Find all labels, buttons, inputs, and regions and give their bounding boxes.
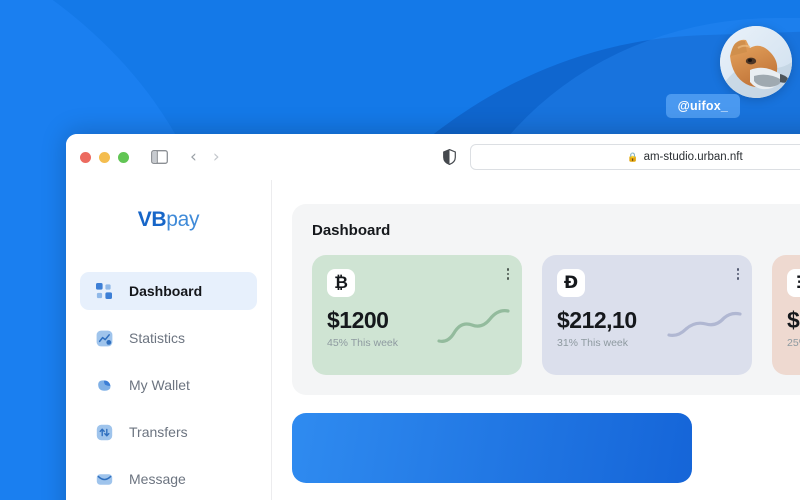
main-content: Dashboard ₿ $1200 45% This week Ɖ $212,1… [272, 180, 800, 500]
transfer-icon [96, 424, 113, 441]
minimize-button[interactable] [99, 151, 110, 163]
sidebar-item-statistics[interactable]: Statistics [80, 319, 257, 357]
bitcoin-icon: ₿ [327, 269, 355, 297]
card-menu-icon[interactable] [506, 268, 509, 280]
avatar-group: @uifox_ [665, 26, 792, 118]
browser-window: ‹ › 🔒 am-studio.urban.nft VBpay Dashboar… [66, 134, 800, 500]
close-button[interactable] [80, 151, 91, 163]
navigation-buttons: ‹ › [190, 148, 220, 166]
chart-icon [96, 330, 113, 347]
promo-banner[interactable] [292, 413, 692, 483]
stat-card[interactable]: Ξ $2 25% [772, 255, 800, 375]
wallet-icon [96, 377, 113, 394]
url-text: am-studio.urban.nft [643, 151, 743, 163]
logo-light: pay [166, 208, 200, 231]
shield-icon[interactable] [443, 149, 456, 165]
envelope-icon [96, 471, 113, 488]
sidebar-nav: Dashboard Statistics My Wallet Transfers… [66, 272, 271, 498]
dash-icon: Ɖ [557, 269, 585, 297]
page-title: Dashboard [312, 222, 391, 239]
sidebar-item-message[interactable]: Message [80, 460, 257, 498]
sidebar-item-label: Dashboard [129, 283, 203, 299]
avatar[interactable] [720, 26, 792, 98]
sidebar-toggle-icon[interactable] [151, 150, 168, 164]
ethereum-icon: Ξ [787, 269, 800, 297]
forward-button[interactable]: › [213, 148, 220, 166]
card-subtext: 25% [787, 337, 800, 349]
stat-card[interactable]: ₿ $1200 45% This week [312, 255, 522, 375]
card-amount: $2 [787, 307, 800, 333]
sidebar-item-label: Transfers [129, 424, 188, 440]
sidebar-item-label: My Wallet [129, 377, 190, 393]
grid-icon [96, 282, 113, 300]
back-button[interactable]: ‹ [190, 148, 197, 166]
card-menu-icon[interactable] [736, 268, 739, 280]
zoom-button[interactable] [118, 151, 129, 163]
browser-toolbar: ‹ › 🔒 am-studio.urban.nft [66, 134, 800, 180]
sidebar-item-dashboard[interactable]: Dashboard [80, 272, 257, 310]
sparkline-chart [437, 309, 510, 343]
sidebar-item-my-wallet[interactable]: My Wallet [80, 366, 257, 404]
stat-card[interactable]: Ɖ $212,10 31% This week [542, 255, 752, 375]
sidebar-item-label: Message [129, 471, 186, 487]
dashboard-panel: Dashboard ₿ $1200 45% This week Ɖ $212,1… [292, 204, 800, 395]
fox-avatar-icon [720, 26, 792, 98]
sidebar-item-transfers[interactable]: Transfers [80, 413, 257, 451]
app-sidebar: VBpay Dashboard Statistics My Wallet Tra… [66, 180, 272, 500]
window-controls [80, 151, 129, 163]
logo-bold: VB [137, 208, 167, 231]
sidebar-item-label: Statistics [129, 330, 186, 346]
avatar-handle: @uifox_ [665, 94, 740, 118]
app-body: VBpay Dashboard Statistics My Wallet Tra… [66, 180, 800, 500]
sparkline-chart [667, 311, 742, 337]
lock-icon: 🔒 [627, 151, 639, 162]
app-logo[interactable]: VBpay [66, 208, 271, 232]
stat-cards: ₿ $1200 45% This week Ɖ $212,10 31% This… [312, 255, 800, 375]
address-bar[interactable]: 🔒 am-studio.urban.nft [470, 144, 800, 170]
